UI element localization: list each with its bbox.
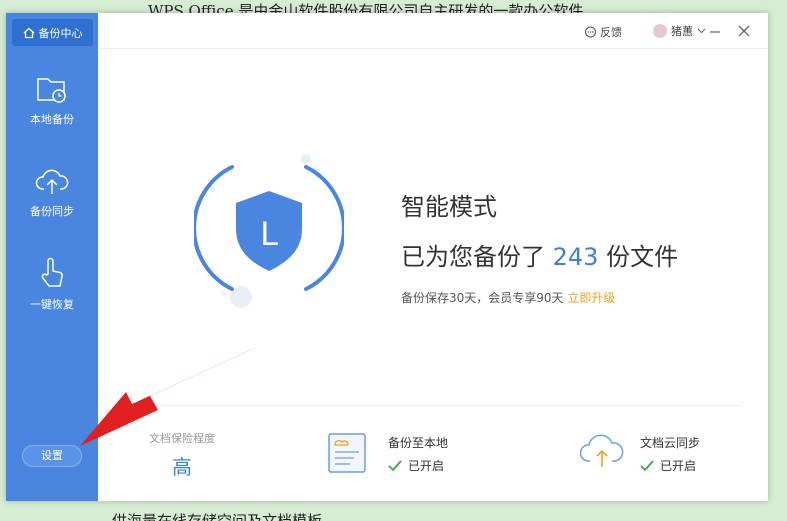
close-icon[interactable] bbox=[736, 23, 752, 39]
document-cloud-icon bbox=[328, 433, 366, 473]
user-name: 猪蕙 bbox=[671, 25, 693, 38]
sidebar-item-label: 本地备份 bbox=[30, 113, 74, 126]
avatar bbox=[653, 24, 667, 38]
chat-bubble-icon bbox=[584, 25, 597, 38]
cloud-sync-icon bbox=[579, 434, 624, 467]
count-prefix: 已为您备份了 bbox=[401, 243, 545, 271]
folder-clock-icon bbox=[37, 78, 66, 103]
retention-info: 备份保存30天，会员专享90天 立即升级 bbox=[401, 289, 615, 306]
shield-letter: L bbox=[260, 215, 278, 253]
checkmark-icon bbox=[388, 459, 402, 471]
hand-pointer-icon bbox=[41, 257, 63, 287]
user-menu[interactable]: 猪蕙 bbox=[653, 23, 706, 39]
retention-text: 备份保存30天，会员专享90天 bbox=[401, 291, 564, 305]
protection-level-value: 高 bbox=[172, 455, 192, 479]
minimize-icon[interactable] bbox=[707, 23, 723, 39]
sidebar-item-label: 备份同步 bbox=[30, 205, 74, 218]
sidebar-item-one-click-restore[interactable]: 一键恢复 bbox=[6, 256, 98, 312]
cloud-sync-status: 已开启 bbox=[640, 457, 696, 474]
local-backup-title: 备份至本地 bbox=[388, 436, 449, 450]
sidebar-item-backup-sync[interactable]: 备份同步 bbox=[6, 167, 98, 219]
sidebar: 备份中心 本地备份 备份同步 一键恢复 设置 bbox=[6, 13, 98, 501]
backup-count: 243 bbox=[552, 243, 599, 271]
backup-count-line: 已为您备份了 243 份文件 bbox=[401, 237, 678, 272]
mode-title: 智能模式 bbox=[401, 193, 497, 221]
home-icon bbox=[23, 27, 34, 38]
divider bbox=[146, 405, 742, 406]
count-suffix: 份文件 bbox=[606, 243, 679, 271]
cloud-sync-title: 文档云同步 bbox=[640, 436, 701, 450]
background-doc-text-bottom: 供海量在线存储空间及文档模板 bbox=[112, 512, 323, 521]
sidebar-item-local-backup[interactable]: 本地备份 bbox=[6, 75, 98, 127]
checkmark-icon bbox=[640, 459, 654, 471]
backup-center-header[interactable]: 备份中心 bbox=[12, 19, 93, 46]
titlebar: 反馈 猪蕙 bbox=[98, 13, 768, 49]
sidebar-item-label: 一键恢复 bbox=[30, 298, 74, 311]
shield-status-graphic: L bbox=[194, 154, 344, 308]
protection-level-label: 文档保险程度 bbox=[149, 432, 215, 445]
feedback-label: 反馈 bbox=[600, 26, 622, 39]
upgrade-link[interactable]: 立即升级 bbox=[567, 291, 615, 305]
cloud-sync-status-text: 已开启 bbox=[660, 459, 697, 473]
chevron-down-icon bbox=[697, 28, 706, 34]
cloud-upload-icon bbox=[35, 169, 69, 194]
local-backup-status-text: 已开启 bbox=[408, 459, 445, 473]
backup-center-label: 备份中心 bbox=[38, 26, 83, 40]
feedback-button[interactable]: 反馈 bbox=[584, 24, 622, 40]
settings-button[interactable]: 设置 bbox=[22, 445, 82, 467]
local-backup-status: 已开启 bbox=[388, 457, 444, 474]
backup-center-window: 备份中心 本地备份 备份同步 一键恢复 设置 反馈 猪蕙 L 智能模式 已为您备… bbox=[6, 13, 768, 501]
